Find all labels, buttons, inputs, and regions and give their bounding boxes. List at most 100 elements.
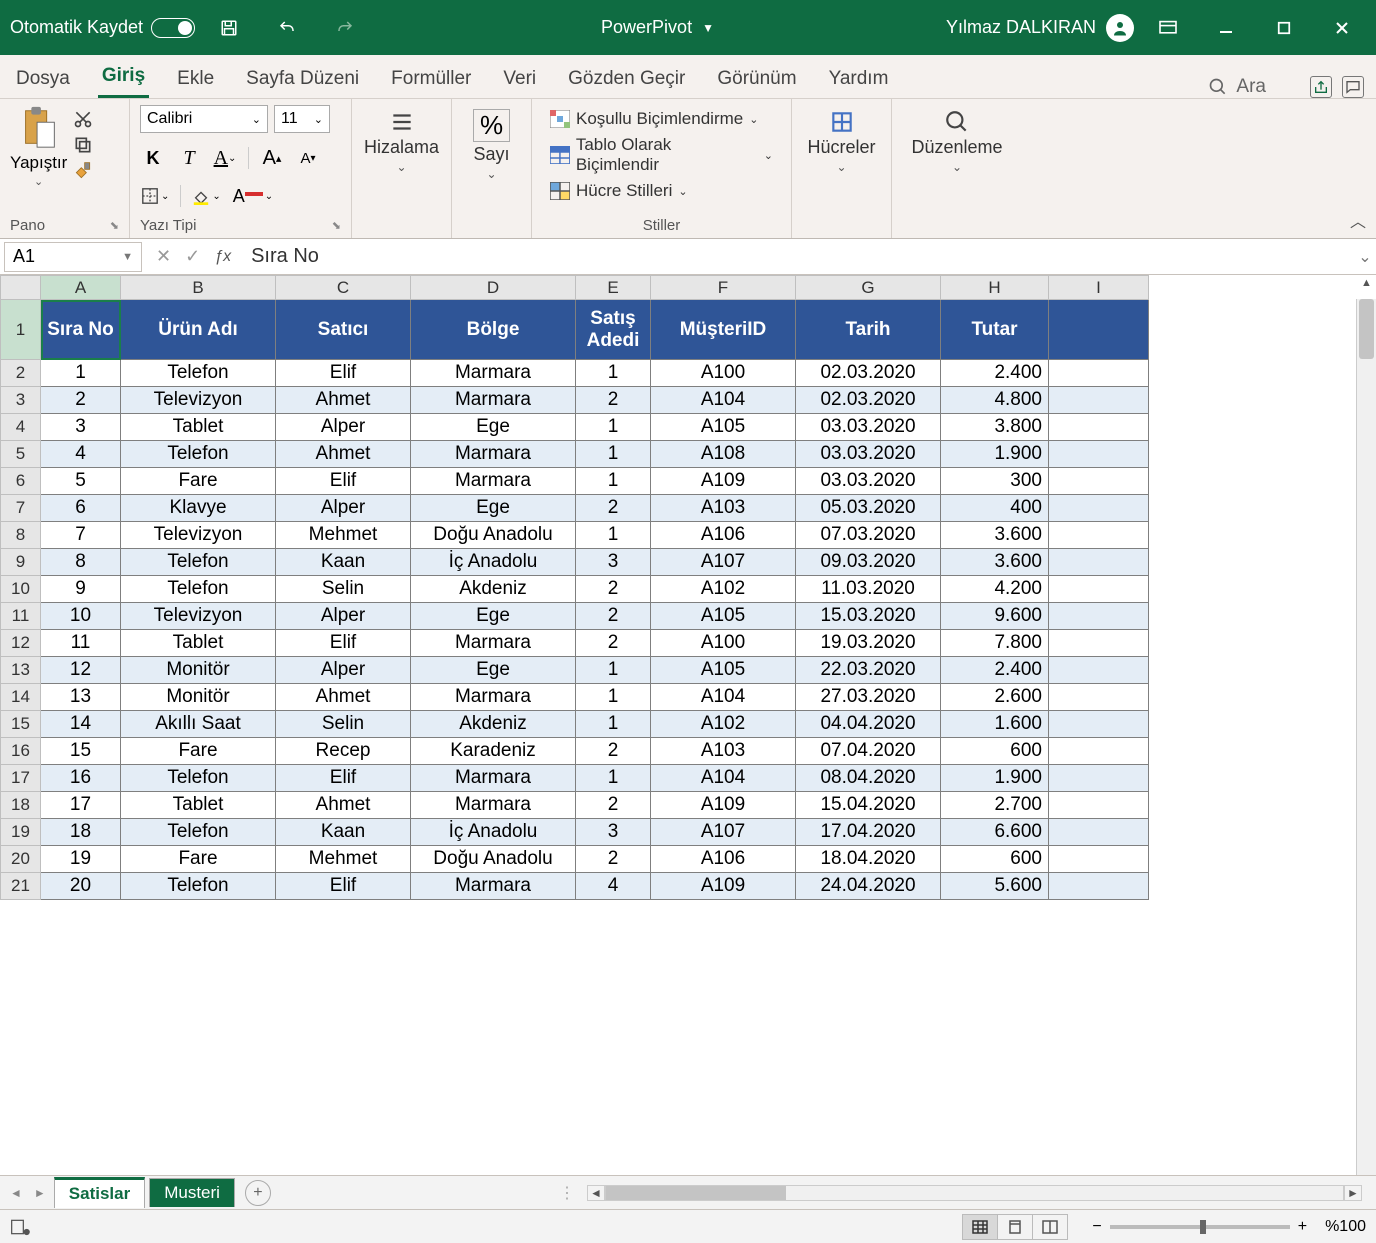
cell-F21[interactable]: A109	[651, 873, 796, 900]
borders-button[interactable]: ⌄	[140, 183, 170, 209]
cell-E5[interactable]: 1	[576, 441, 651, 468]
cell-C16[interactable]: Recep	[276, 738, 411, 765]
row-header-17[interactable]: 17	[1, 765, 41, 792]
cell-I10[interactable]	[1049, 576, 1149, 603]
row-header-1[interactable]: 1	[1, 300, 41, 360]
comments-button[interactable]	[1342, 76, 1364, 98]
paste-label[interactable]: Yapıştır	[10, 153, 67, 173]
cell-D20[interactable]: Doğu Anadolu	[411, 846, 576, 873]
cell-A2[interactable]: 1	[41, 360, 121, 387]
cell-B8[interactable]: Televizyon	[121, 522, 276, 549]
cell-H13[interactable]: 2.400	[941, 657, 1049, 684]
cell-F8[interactable]: A106	[651, 522, 796, 549]
cell-E11[interactable]: 2	[576, 603, 651, 630]
cell-A19[interactable]: 18	[41, 819, 121, 846]
page-layout-view-button[interactable]	[997, 1214, 1033, 1240]
cell-C15[interactable]: Selin	[276, 711, 411, 738]
cell-A5[interactable]: 4	[41, 441, 121, 468]
name-box[interactable]: A1 ▼	[4, 242, 142, 272]
sheet-nav-prev[interactable]: ◄	[6, 1186, 26, 1200]
row-header-11[interactable]: 11	[1, 603, 41, 630]
cell-F2[interactable]: A100	[651, 360, 796, 387]
cell-D11[interactable]: Ege	[411, 603, 576, 630]
sheet-tab-musteri[interactable]: Musteri	[149, 1178, 235, 1207]
cell-A16[interactable]: 15	[41, 738, 121, 765]
tab-review[interactable]: Gözden Geçir	[564, 60, 689, 98]
tab-split-handle[interactable]: ⋮	[559, 1183, 575, 1203]
cell-A12[interactable]: 11	[41, 630, 121, 657]
cell-C4[interactable]: Alper	[276, 414, 411, 441]
row-header-18[interactable]: 18	[1, 792, 41, 819]
tab-help[interactable]: Yardım	[825, 60, 893, 98]
paste-icon[interactable]	[19, 105, 59, 151]
cell-A10[interactable]: 9	[41, 576, 121, 603]
sheet-tab-satislar[interactable]: Satislar	[54, 1177, 145, 1208]
cell-D10[interactable]: Akdeniz	[411, 576, 576, 603]
share-button[interactable]	[1310, 76, 1332, 98]
cell-D19[interactable]: İç Anadolu	[411, 819, 576, 846]
row-header-3[interactable]: 3	[1, 387, 41, 414]
row-header-15[interactable]: 15	[1, 711, 41, 738]
cell-C19[interactable]: Kaan	[276, 819, 411, 846]
cell-D8[interactable]: Doğu Anadolu	[411, 522, 576, 549]
format-as-table-button[interactable]: Tablo Olarak Biçimlendir⌄	[550, 135, 773, 175]
col-header-E[interactable]: E	[576, 276, 651, 300]
header-cell-mid[interactable]: MüşteriID	[651, 300, 796, 360]
cell-E19[interactable]: 3	[576, 819, 651, 846]
cell-E18[interactable]: 2	[576, 792, 651, 819]
cell-A13[interactable]: 12	[41, 657, 121, 684]
cell-B7[interactable]: Klavye	[121, 495, 276, 522]
cell-F13[interactable]: A105	[651, 657, 796, 684]
cell-G9[interactable]: 09.03.2020	[796, 549, 941, 576]
ribbon-display-button[interactable]	[1144, 12, 1192, 44]
cell-C11[interactable]: Alper	[276, 603, 411, 630]
header-cell-adet[interactable]: SatışAdedi	[576, 300, 651, 360]
cell-H10[interactable]: 4.200	[941, 576, 1049, 603]
insert-function-button[interactable]: ƒx	[214, 248, 231, 266]
cell-I2[interactable]	[1049, 360, 1149, 387]
search-box[interactable]: Ara	[1208, 76, 1266, 98]
cell-G10[interactable]: 11.03.2020	[796, 576, 941, 603]
zoom-slider[interactable]	[1110, 1225, 1290, 1229]
underline-button[interactable]: A ⌄	[212, 145, 238, 171]
cell-H3[interactable]: 4.800	[941, 387, 1049, 414]
row-header-4[interactable]: 4	[1, 414, 41, 441]
cell-F9[interactable]: A107	[651, 549, 796, 576]
vertical-scrollbar[interactable]: ▲	[1356, 299, 1376, 1175]
copy-button[interactable]	[73, 135, 93, 155]
user-avatar[interactable]	[1106, 14, 1134, 42]
cell-E20[interactable]: 2	[576, 846, 651, 873]
cell-I7[interactable]	[1049, 495, 1149, 522]
cell-B9[interactable]: Telefon	[121, 549, 276, 576]
cell-G20[interactable]: 18.04.2020	[796, 846, 941, 873]
cell-H11[interactable]: 9.600	[941, 603, 1049, 630]
cell-D7[interactable]: Ege	[411, 495, 576, 522]
cell-G19[interactable]: 17.04.2020	[796, 819, 941, 846]
cell-B11[interactable]: Televizyon	[121, 603, 276, 630]
cells-button[interactable]: Hücreler ⌄	[799, 105, 883, 178]
bold-button[interactable]: K	[140, 145, 166, 171]
col-header-A[interactable]: A	[41, 276, 121, 300]
col-header-C[interactable]: C	[276, 276, 411, 300]
cell-A7[interactable]: 6	[41, 495, 121, 522]
cell-H20[interactable]: 600	[941, 846, 1049, 873]
row-header-5[interactable]: 5	[1, 441, 41, 468]
cell-C17[interactable]: Elif	[276, 765, 411, 792]
row-header-2[interactable]: 2	[1, 360, 41, 387]
cell-E3[interactable]: 2	[576, 387, 651, 414]
maximize-button[interactable]	[1260, 12, 1308, 44]
fill-color-button[interactable]: ⌄	[191, 183, 221, 209]
cell-F14[interactable]: A104	[651, 684, 796, 711]
cell-G16[interactable]: 07.04.2020	[796, 738, 941, 765]
cell-A4[interactable]: 3	[41, 414, 121, 441]
cell-H4[interactable]: 3.800	[941, 414, 1049, 441]
cell-A21[interactable]: 20	[41, 873, 121, 900]
record-macro-button[interactable]	[10, 1218, 30, 1236]
cell-C9[interactable]: Kaan	[276, 549, 411, 576]
cell-H7[interactable]: 400	[941, 495, 1049, 522]
header-cell-urun[interactable]: Ürün Adı	[121, 300, 276, 360]
italic-button[interactable]: T	[176, 145, 202, 171]
cell-C12[interactable]: Elif	[276, 630, 411, 657]
cell-C21[interactable]: Elif	[276, 873, 411, 900]
cell-B21[interactable]: Telefon	[121, 873, 276, 900]
